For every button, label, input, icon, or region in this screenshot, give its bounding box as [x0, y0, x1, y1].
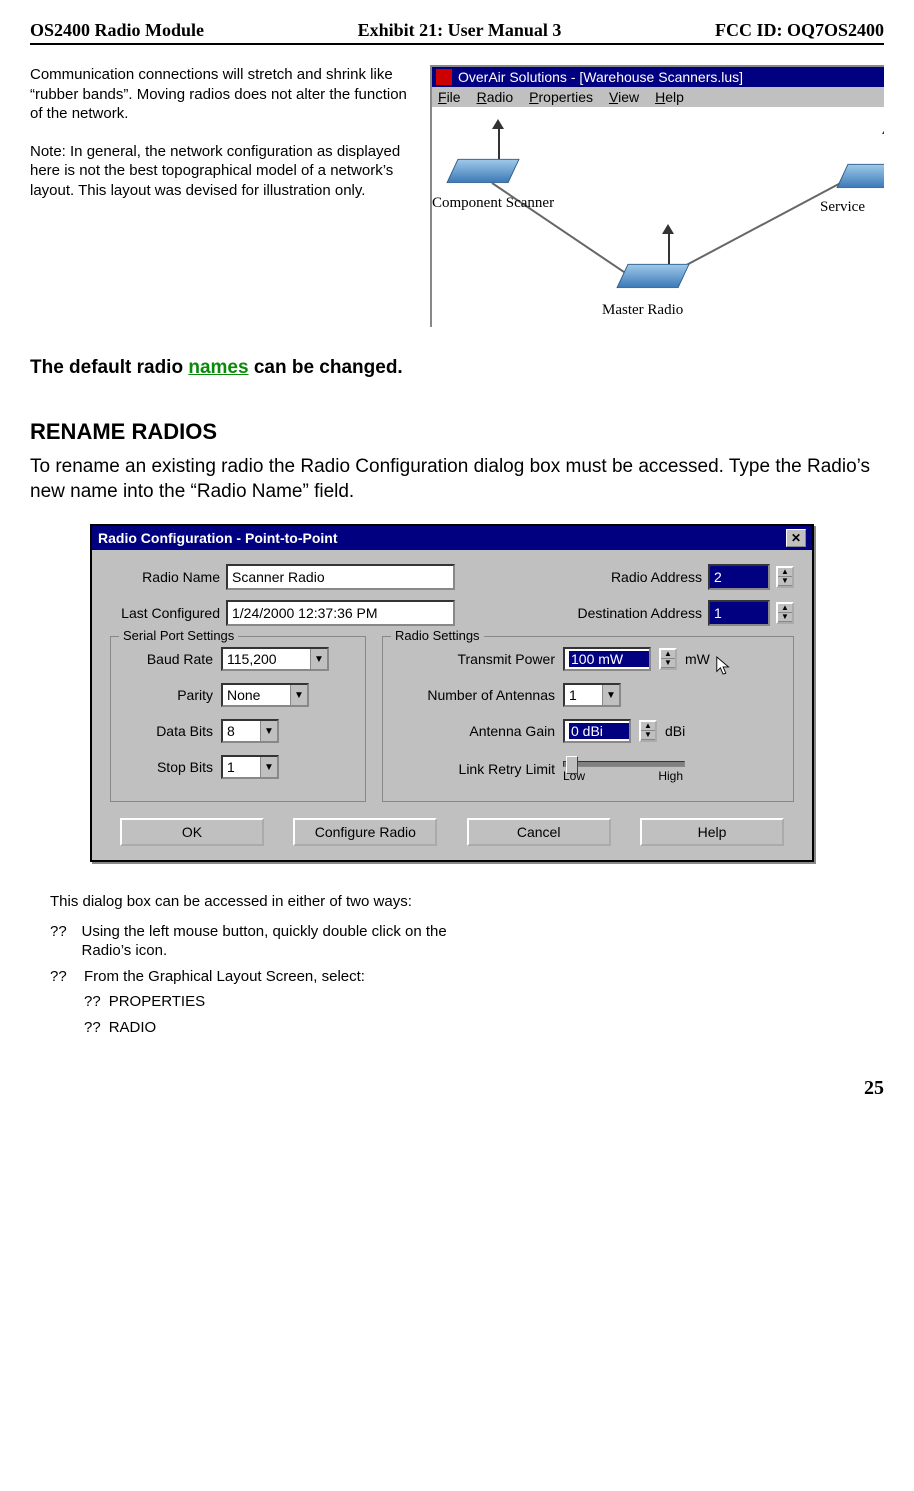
- retry-slider[interactable]: [563, 761, 685, 767]
- label-databits: Data Bits: [123, 723, 213, 739]
- spinner-icon[interactable]: ▲▼: [776, 566, 794, 588]
- label-gain: Antenna Gain: [395, 723, 555, 739]
- header-left: OS2400 Radio Module: [30, 20, 204, 41]
- caption-line: The default radio names can be changed.: [30, 357, 884, 379]
- service-label: Service: [820, 199, 865, 216]
- spinner-icon[interactable]: ▲▼: [639, 720, 657, 742]
- parity-dropdown[interactable]: None▼: [221, 683, 309, 707]
- dialog-title: Radio Configuration - Point-to-Point: [98, 530, 338, 546]
- spinner-icon[interactable]: ▲▼: [776, 602, 794, 624]
- antenna-icon: [498, 129, 500, 159]
- label-parity: Parity: [123, 687, 213, 703]
- radio-config-dialog: Radio Configuration - Point-to-Point ✕ R…: [90, 524, 814, 862]
- label-baud: Baud Rate: [123, 651, 213, 667]
- titlebar: OverAir Solutions - [Warehouse Scanners.…: [432, 67, 884, 87]
- rename-heading: RENAME RADIOS: [30, 419, 884, 445]
- menubar: File Radio Properties View Help: [432, 87, 884, 107]
- unit-dbi: dBi: [665, 723, 685, 739]
- stopbits-dropdown[interactable]: 1▼: [221, 755, 279, 779]
- menu-properties[interactable]: Properties: [529, 89, 593, 105]
- baud-dropdown[interactable]: 115,200▼: [221, 647, 329, 671]
- group-title-serial: Serial Port Settings: [119, 628, 238, 643]
- chevron-down-icon: ▼: [290, 685, 307, 705]
- radio-settings-group: Radio Settings Transmit Power 100 mW ▲▼ …: [382, 636, 794, 802]
- app-window-screenshot: OverAir Solutions - [Warehouse Scanners.…: [430, 65, 884, 327]
- radio-name-field[interactable]: Scanner Radio: [226, 564, 455, 590]
- label-antennas: Number of Antennas: [395, 687, 555, 703]
- bullet-marker: ??: [50, 967, 70, 987]
- caption-pre: The default radio: [30, 357, 188, 378]
- radio-address-field[interactable]: 2: [708, 564, 770, 590]
- databits-dropdown[interactable]: 8▼: [221, 719, 279, 743]
- rename-body: To rename an existing radio the Radio Co…: [30, 455, 884, 504]
- spinner-icon[interactable]: ▲▼: [659, 648, 677, 670]
- chevron-down-icon: ▼: [310, 649, 327, 669]
- intro-p2: Note: In general, the network configurat…: [30, 142, 410, 201]
- destination-address-field[interactable]: 1: [708, 600, 770, 626]
- gain-field[interactable]: 0 dBi: [563, 719, 631, 743]
- access-b1: Using the left mouse button, quickly dou…: [82, 922, 480, 961]
- cancel-button[interactable]: Cancel: [467, 818, 611, 846]
- unit-mw: mW: [685, 651, 710, 667]
- group-title-radio: Radio Settings: [391, 628, 484, 643]
- chevron-down-icon: ▼: [260, 721, 277, 741]
- app-icon: [436, 69, 452, 85]
- antenna-icon: [668, 234, 670, 264]
- slider-thumb-icon[interactable]: [566, 756, 578, 774]
- menu-file[interactable]: File: [438, 89, 461, 105]
- ok-button[interactable]: OK: [120, 818, 264, 846]
- window-title: OverAir Solutions - [Warehouse Scanners.…: [458, 69, 743, 85]
- serial-settings-group: Serial Port Settings Baud Rate 115,200▼ …: [110, 636, 366, 802]
- tx-power-field[interactable]: 100 mW: [563, 647, 651, 671]
- menu-radio[interactable]: Radio: [477, 89, 514, 105]
- label-tx-power: Transmit Power: [395, 651, 555, 667]
- sub-marker: ??: [84, 992, 101, 1012]
- component-label: Component Scanner: [432, 195, 554, 212]
- label-stopbits: Stop Bits: [123, 759, 213, 775]
- close-icon[interactable]: ✕: [786, 529, 806, 547]
- label-radio-name: Radio Name: [110, 569, 220, 585]
- header-right: FCC ID: OQ7OS2400: [715, 20, 884, 41]
- caption-post: can be changed.: [249, 357, 403, 378]
- radio-icon[interactable]: [836, 164, 884, 188]
- network-canvas: Component Scanner Master Radio Service: [432, 107, 884, 327]
- access-s1: PROPERTIES: [109, 992, 205, 1012]
- radio-icon[interactable]: [616, 264, 689, 288]
- label-destination-address: Destination Address: [577, 605, 702, 621]
- access-b2: From the Graphical Layout Screen, select…: [84, 967, 365, 987]
- header-center: Exhibit 21: User Manual 3: [358, 20, 562, 41]
- configure-button[interactable]: Configure Radio: [293, 818, 437, 846]
- radio-icon[interactable]: [446, 159, 519, 183]
- access-s2: RADIO: [109, 1018, 157, 1038]
- menu-view[interactable]: View: [609, 89, 639, 105]
- dialog-titlebar: Radio Configuration - Point-to-Point ✕: [92, 526, 812, 550]
- master-label: Master Radio: [602, 302, 683, 319]
- access-intro: This dialog box can be accessed in eithe…: [50, 892, 480, 912]
- caption-green: names: [188, 357, 248, 378]
- cursor-icon: [715, 655, 733, 677]
- chevron-down-icon: ▼: [260, 757, 277, 777]
- help-button[interactable]: Help: [640, 818, 784, 846]
- intro-text: Communication connections will stretch a…: [30, 65, 410, 327]
- bullet-marker: ??: [50, 922, 68, 961]
- slider-high: High: [658, 769, 683, 783]
- label-radio-address: Radio Address: [611, 569, 702, 585]
- label-last-configured: Last Configured: [110, 605, 220, 621]
- antennas-dropdown[interactable]: 1▼: [563, 683, 621, 707]
- page-header: OS2400 Radio Module Exhibit 21: User Man…: [30, 20, 884, 45]
- access-instructions: This dialog box can be accessed in eithe…: [50, 892, 480, 1037]
- last-configured-field: 1/24/2000 12:37:36 PM: [226, 600, 455, 626]
- label-retry: Link Retry Limit: [395, 761, 555, 777]
- menu-help[interactable]: Help: [655, 89, 684, 105]
- intro-p1: Communication connections will stretch a…: [30, 65, 410, 124]
- page-number: 25: [30, 1077, 884, 1100]
- sub-marker: ??: [84, 1018, 101, 1038]
- chevron-down-icon: ▼: [602, 685, 619, 705]
